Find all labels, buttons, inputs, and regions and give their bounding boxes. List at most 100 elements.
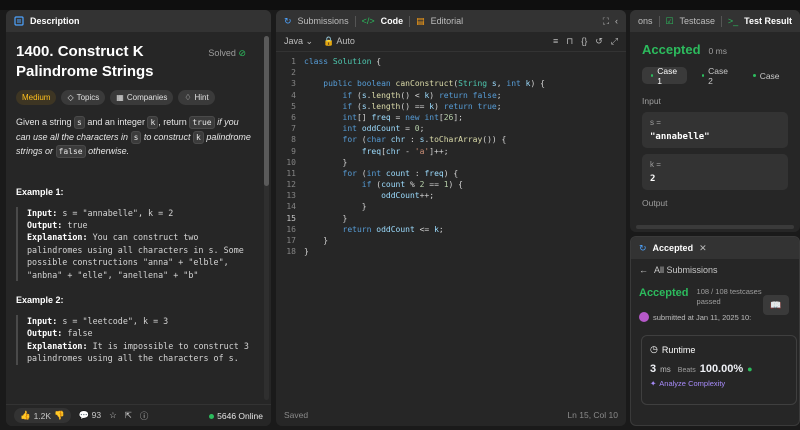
inline-code: k [147,116,159,129]
code-editor[interactable]: 1 class Solution { 2 3 public boolean can… [276,56,626,406]
online-label: 5646 Online [217,410,263,421]
test-result-body: Accepted 0 ms Case 1 Case 2 Case Input s… [630,32,800,218]
notes-button[interactable]: 📖 [763,295,789,315]
braces-icon[interactable]: {} [581,36,587,47]
example-1-input: Input: s = "annabelle", k = 2 [27,207,254,219]
tab-code[interactable]: Code [381,16,404,26]
input-label: Input: [27,315,58,326]
prose-text: and an integer [87,117,145,127]
description-icon [14,16,24,26]
scrollbar-thumb[interactable] [264,36,269,186]
tab-submissions[interactable]: Submissions [298,16,349,26]
explanation-label: Explanation: [27,340,88,351]
input-label: Input: [27,207,58,218]
companies-tag[interactable]: ▦ Companies [110,90,174,105]
code-line: 4 if (s.length() < k) return false; [291,90,502,100]
reset-icon[interactable]: ↺ [595,36,603,47]
prose-text: , return [158,117,187,127]
code-line: 7 int oddCount = 0; [291,124,425,134]
star-icon[interactable]: ☆ [109,410,117,421]
lightbulb-icon: ♢ [184,93,192,102]
input-heading: Input [642,96,661,106]
comments-button[interactable]: 💬 93 [79,410,101,421]
description-scrollbar[interactable] [264,36,269,400]
runtime-value: 3 [650,363,657,375]
tag-icon: ◇ [67,93,74,102]
case-tab-3[interactable]: Case [744,67,789,84]
code-line: 14 } [286,202,367,212]
avatar [639,312,649,322]
thumbs-down-icon[interactable]: 👎 [54,410,65,421]
difficulty-tag[interactable]: Medium [16,90,57,105]
hint-tag[interactable]: ♢ Hint [178,90,215,105]
auto-toggle[interactable]: 🔒 Auto [323,36,355,47]
example-2-input: Input: s = "leetcode", k = 3 [27,315,254,327]
toolbar-actions: ≡ ⊓ {} ↺ ⤢ [553,36,618,47]
submission-body: ← All Submissions Accepted 108 / 108 tes… [631,259,799,328]
example-2-output: Output: false [27,327,254,339]
output-label: Output: [27,219,63,230]
output-value: true [67,219,88,230]
code-line: 2 [291,68,296,78]
language-select[interactable]: Java ⌄ [284,36,313,47]
code-header: ↻ Submissions </> Code ▤ Editorial ⛶ ‹ [276,10,626,32]
case-label: Case 2 [708,65,728,86]
tab-test-result[interactable]: Test Result [744,16,792,26]
prose-italic: otherwise. [88,146,130,156]
runtime-card: ◷ Runtime 3 ms Beats 100.00% ● ✦ Analyze… [641,335,797,405]
fullscreen-icon[interactable]: ⤢ [611,36,618,47]
code-line: 8 for (char chr : s.toCharArray()) { [291,135,507,145]
output-heading: Output [642,198,668,208]
beaker-icon: ● [747,364,753,374]
problem-title[interactable]: 1400. Construct K Palindrome Strings [16,42,196,82]
tab-testcase[interactable]: Testcase [679,16,715,26]
maximize-icon[interactable]: ⛶ [603,16,609,27]
example-2-title: Example 2: [16,294,64,305]
online-count: 5646 Online [209,411,263,421]
param-s-value: "annabelle" [650,132,710,142]
case-label: Case [759,70,780,81]
clock-icon: ◷ [650,344,658,354]
tab-accepted[interactable]: Accepted [653,243,694,253]
case-tab-2[interactable]: Case 2 [693,65,738,86]
case-tab-1[interactable]: Case 1 [642,65,687,86]
input-s-box: s = "annabelle" [642,112,788,148]
param-k-label: k = [650,160,661,169]
cursor-position: Ln 15, Col 10 [567,410,618,420]
arrow-left-icon: ← [639,265,648,275]
bookmark-icon[interactable]: ⊓ [566,36,573,47]
input-k-box: k = 2 [642,154,788,190]
close-icon[interactable]: ✕ [699,243,707,254]
tab-editorial[interactable]: Editorial [431,16,464,26]
online-dot [209,413,215,419]
help-icon[interactable]: ⓘ [140,410,149,422]
prose-text: Given a string [16,117,72,127]
description-panel: Description 1400. Construct K Palindrome… [6,10,271,426]
runtime-heading: ◷ Runtime [650,344,788,355]
problem-statement: Given a string s and an integer k, retur… [16,115,254,159]
horizontal-scrollbar[interactable] [636,225,794,229]
share-icon[interactable]: ⇱ [125,410,132,421]
test-result-header: ons ☑ Testcase >_ Test Result [630,10,800,32]
tab-submissions-truncated[interactable]: ons [638,16,653,26]
case-label: Case 1 [657,65,678,86]
code-line: 9 freq[chr - 'a']++; [291,146,449,156]
all-submissions-label: All Submissions [654,265,718,275]
code-line: 11 for (int count : freq) { [286,168,459,178]
tab-description[interactable]: Description [30,16,80,26]
example-1-block: Input: s = "annabelle", k = 2 Output: tr… [16,206,254,281]
lock-icon: 🔒 [323,36,335,46]
description-footer: 👍 1.2K 👎 💬 93 ☆ ⇱ ⓘ 5646 Online [6,404,271,426]
back-link[interactable]: ← All Submissions [639,265,791,275]
analyze-complexity-link[interactable]: ✦ Analyze Complexity [650,379,788,388]
code-line: 12 if (count % 2 == 1) { [286,180,463,190]
code-line: 18} [286,247,309,257]
topics-tag[interactable]: ◇ Topics [61,90,106,105]
collapse-icon[interactable]: ‹ [615,16,618,26]
inline-code: s [130,130,142,144]
format-icon[interactable]: ≡ [553,36,558,47]
runtime-stats: 3 ms Beats 100.00% ● [650,363,788,375]
tab-separator [658,15,660,27]
like-button[interactable]: 👍 1.2K 👎 [14,408,71,423]
test-result-panel: ons ☑ Testcase >_ Test Result Accepted 0… [630,10,800,232]
